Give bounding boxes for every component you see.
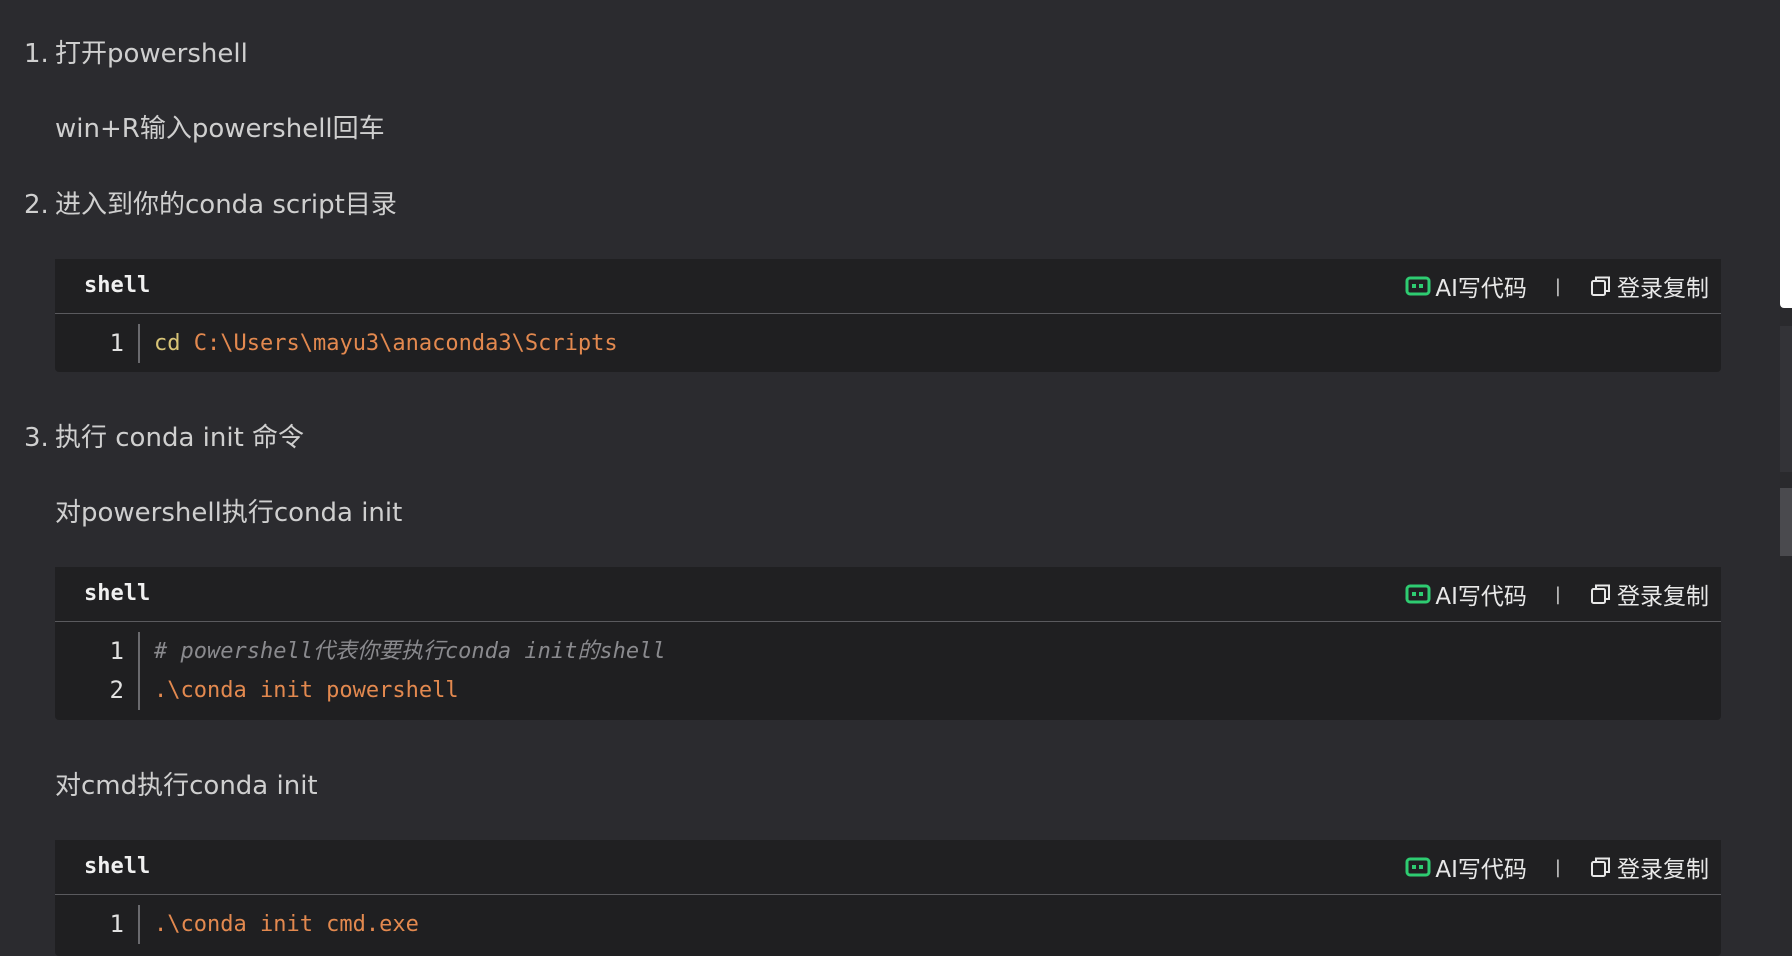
scrollbar-thumb[interactable] bbox=[1780, 488, 1792, 556]
scrollbar-track-segment bbox=[1780, 326, 1792, 472]
ai-write-code-label: AI写代码 bbox=[1435, 584, 1527, 610]
code-line: 2 .\conda init powershell bbox=[55, 671, 1721, 710]
code-text: .\conda init powershell bbox=[154, 678, 459, 703]
code-block-header: shell AI写代码 | 登录复制 bbox=[55, 840, 1721, 895]
copy-icon bbox=[1589, 855, 1613, 879]
copy-icon bbox=[1589, 274, 1613, 298]
code-language-label: shell bbox=[84, 581, 151, 606]
step-number: 3. bbox=[24, 423, 49, 453]
line-number: 1 bbox=[55, 324, 140, 363]
step-title: 进入到你的conda script目录 bbox=[55, 190, 397, 220]
vertical-scrollbar[interactable] bbox=[1780, 0, 1792, 956]
code-body: 1 # powershell代表你要执行conda init的shell 2 .… bbox=[55, 622, 1721, 722]
code-command: cd bbox=[154, 331, 194, 356]
code-text: cd C:\Users\mayu3\anaconda3\Scripts bbox=[140, 324, 618, 363]
ai-write-code-label: AI写代码 bbox=[1435, 276, 1527, 302]
login-copy-button[interactable]: 登录复制 bbox=[1577, 577, 1721, 611]
code-body: 1 .\conda init cmd.exe bbox=[55, 895, 1721, 956]
login-copy-label: 登录复制 bbox=[1617, 584, 1709, 610]
code-line: 1 .\conda init cmd.exe bbox=[55, 905, 1721, 944]
code-argument: C:\Users\mayu3\anaconda3\Scripts bbox=[193, 331, 618, 356]
ai-chat-icon bbox=[1405, 856, 1431, 878]
code-comment: # powershell代表你要执行conda init的shell bbox=[154, 639, 666, 664]
step-3-description-powershell: 对powershell执行conda init bbox=[55, 498, 403, 528]
login-copy-button[interactable]: 登录复制 bbox=[1577, 269, 1721, 303]
code-block-1: shell AI写代码 | 登录复制 1 cd C:\Users\mayu3\a… bbox=[55, 259, 1721, 372]
login-copy-label: 登录复制 bbox=[1617, 857, 1709, 883]
action-divider: | bbox=[1554, 275, 1561, 297]
step-number: 2. bbox=[24, 190, 49, 220]
ai-chat-icon bbox=[1405, 583, 1431, 605]
line-number: 2 bbox=[55, 671, 140, 710]
code-language-label: shell bbox=[84, 854, 151, 879]
code-block-3: shell AI写代码 | 登录复制 1 .\conda init cmd.ex… bbox=[55, 840, 1721, 956]
line-number: 1 bbox=[55, 632, 140, 671]
code-line: 1 # powershell代表你要执行conda init的shell bbox=[55, 632, 1721, 671]
ai-write-code-button[interactable]: AI写代码 bbox=[1393, 850, 1539, 884]
step-3-description-cmd: 对cmd执行conda init bbox=[55, 771, 318, 801]
step-title: 执行 conda init 命令 bbox=[55, 423, 305, 453]
code-language-label: shell bbox=[84, 273, 151, 298]
code-actions: AI写代码 | 登录复制 bbox=[1393, 567, 1721, 621]
step-number: 1. bbox=[24, 39, 49, 69]
action-divider: | bbox=[1554, 856, 1561, 878]
step-2-heading: 2. 进入到你的conda script目录 bbox=[24, 189, 397, 221]
copy-icon bbox=[1589, 582, 1613, 606]
code-actions: AI写代码 | 登录复制 bbox=[1393, 259, 1721, 313]
code-body: 1 cd C:\Users\mayu3\anaconda3\Scripts bbox=[55, 314, 1721, 375]
line-number: 1 bbox=[55, 905, 140, 944]
login-copy-label: 登录复制 bbox=[1617, 276, 1709, 302]
ai-write-code-button[interactable]: AI写代码 bbox=[1393, 269, 1539, 303]
code-text: .\conda init cmd.exe bbox=[154, 912, 419, 937]
code-block-header: shell AI写代码 | 登录复制 bbox=[55, 259, 1721, 314]
step-1-heading: 1. 打开powershell bbox=[24, 38, 248, 70]
page: 1. 打开powershell win+R输入powershell回车 2. 进入到… bbox=[0, 0, 1792, 956]
step-3-heading: 3. 执行 conda init 命令 bbox=[24, 422, 304, 454]
code-block-2: shell AI写代码 | 登录复制 1 # powershell代表你要执行c… bbox=[55, 567, 1721, 720]
ai-write-code-button[interactable]: AI写代码 bbox=[1393, 577, 1539, 611]
ai-chat-icon bbox=[1405, 275, 1431, 297]
code-block-header: shell AI写代码 | 登录复制 bbox=[55, 567, 1721, 622]
code-actions: AI写代码 | 登录复制 bbox=[1393, 840, 1721, 894]
login-copy-button[interactable]: 登录复制 bbox=[1577, 850, 1721, 884]
step-1-description: win+R输入powershell回车 bbox=[55, 114, 385, 144]
scrollbar-top-panel bbox=[1780, 0, 1792, 308]
action-divider: | bbox=[1554, 583, 1561, 605]
step-title: 打开powershell bbox=[55, 39, 248, 69]
code-line: 1 cd C:\Users\mayu3\anaconda3\Scripts bbox=[55, 324, 1721, 363]
ai-write-code-label: AI写代码 bbox=[1435, 857, 1527, 883]
